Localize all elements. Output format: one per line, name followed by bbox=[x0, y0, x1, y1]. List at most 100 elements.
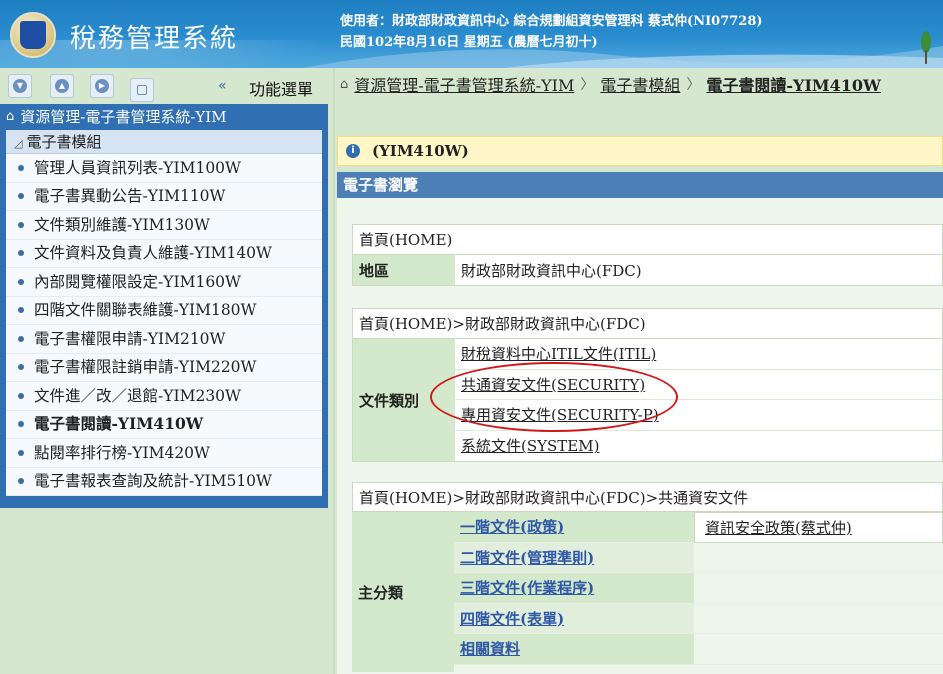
collapse-menu-icon[interactable]: « bbox=[218, 78, 227, 94]
table-row: 主分類 一階文件(政策) 二階文件(管理準則) 三階文件(作業程序) 四階文件(… bbox=[352, 512, 943, 672]
header-banner: 稅務管理系統 使用者：財政部財政資訊中心 綜合規劃組資安管理科 蔡式仲(NI07… bbox=[0, 0, 943, 68]
menu-item-label: 點閱率排行榜-YIM420W bbox=[34, 443, 210, 462]
chevron-right-icon: ▶ bbox=[95, 79, 109, 93]
document-empty bbox=[694, 603, 943, 634]
main-category-link-level4[interactable]: 四階文件(表單) bbox=[460, 608, 564, 629]
bullet-icon bbox=[18, 278, 24, 285]
category-link-system[interactable]: 系統文件(SYSTEM) bbox=[461, 435, 599, 456]
category-item: 專用資安文件(SECURITY-P) bbox=[455, 400, 942, 431]
menu-item[interactable]: 點閱率排行榜-YIM420W bbox=[6, 439, 322, 468]
category-list: 財稅資料中心ITIL文件(ITIL) 共通資安文件(SECURITY) 專用資安… bbox=[455, 339, 942, 461]
info-icon: i bbox=[346, 144, 360, 158]
menu-title: 功能選單 bbox=[249, 80, 314, 99]
menu-item[interactable]: 文件資料及負責人維護-YIM140W bbox=[6, 239, 322, 268]
breadcrumb-separator: 〉 bbox=[686, 77, 701, 93]
module-header[interactable]: ◿ 電子書模組 bbox=[6, 130, 322, 154]
menu-item-label: 電子書報表查詢及統計-YIM510W bbox=[34, 472, 272, 491]
bullet-icon bbox=[18, 364, 24, 371]
menu-toolbar: ▼ ▲ ▶ « 功能選單 bbox=[0, 68, 328, 104]
document-empty bbox=[694, 542, 943, 573]
category-caption: 首頁(HOME)>財政部財政資訊中心(FDC) bbox=[353, 309, 942, 339]
menu-item-label: 四階文件關聯表維護-YIM180W bbox=[34, 301, 257, 320]
menu-item[interactable]: 文件類別維護-YIM130W bbox=[6, 211, 322, 240]
module-label: 電子書模組 bbox=[26, 133, 102, 151]
breadcrumb-current[interactable]: 電子書閱讀-YIM410W bbox=[706, 72, 881, 96]
menu-item-label: 電子書權限申請-YIM210W bbox=[34, 329, 226, 348]
tree-icon bbox=[921, 31, 931, 64]
menu-item-label: 管理人員資訊列表-YIM100W bbox=[34, 158, 241, 177]
main-category-link-related[interactable]: 相關資料 bbox=[460, 638, 520, 659]
bullet-icon bbox=[18, 164, 24, 171]
category-item: 財稅資料中心ITIL文件(ITIL) bbox=[455, 339, 942, 370]
document-empty bbox=[694, 573, 943, 604]
table-row: 文件類別 財稅資料中心ITIL文件(ITIL) 共通資安文件(SECURITY)… bbox=[353, 339, 942, 461]
main-category-item: 四階文件(表單) bbox=[454, 603, 694, 634]
menu-item-label: 內部閱覽權限設定-YIM160W bbox=[34, 272, 241, 291]
menu-item[interactable]: 電子書權限註銷申請-YIM220W bbox=[6, 353, 322, 382]
category-item: 系統文件(SYSTEM) bbox=[455, 430, 942, 461]
menu-item[interactable]: 管理人員資訊列表-YIM100W bbox=[6, 154, 322, 183]
document-link[interactable]: 資訊安全政策(蔡式仲) bbox=[705, 517, 852, 538]
breadcrumb-link-system[interactable]: 資源管理-電子書管理系統-YIM bbox=[354, 72, 574, 96]
main-category-item: 三階文件(作業程序) bbox=[454, 573, 694, 604]
main-category-label: 主分類 bbox=[352, 512, 454, 672]
collapse-triangle-icon: ◿ bbox=[14, 137, 23, 150]
bullet-icon bbox=[18, 193, 24, 200]
menu-item[interactable]: 電子書報表查詢及統計-YIM510W bbox=[6, 467, 322, 496]
bullet-icon bbox=[18, 250, 24, 257]
menu-item-active[interactable]: 電子書閱讀-YIM410W bbox=[6, 410, 322, 439]
next-button[interactable]: ▶ bbox=[90, 74, 114, 98]
bullet-icon bbox=[18, 449, 24, 456]
main-category-list: 一階文件(政策) 二階文件(管理準則) 三階文件(作業程序) 四階文件(表單) … bbox=[454, 512, 694, 672]
category-item: 共通資安文件(SECURITY) bbox=[455, 369, 942, 400]
region-caption: 首頁(HOME) bbox=[353, 225, 942, 255]
system-title: 稅務管理系統 bbox=[70, 24, 239, 54]
region-table: 首頁(HOME) 地區 財政部財政資訊中心(FDC) bbox=[352, 224, 943, 286]
chevron-down-icon: ▼ bbox=[13, 79, 27, 93]
document-empty bbox=[694, 634, 943, 665]
user-info: 使用者：財政部財政資訊中心 綜合規劃組資安管理科 蔡式仲(NI07728) bbox=[340, 14, 763, 29]
main-category-item: 相關資料 bbox=[454, 634, 694, 665]
main-category-caption: 首頁(HOME)>財政部財政資訊中心(FDC)>共通資安文件 bbox=[352, 482, 943, 512]
content-area: 首頁(HOME) 地區 財政部財政資訊中心(FDC) 首頁(HOME)>財政部財… bbox=[337, 198, 943, 674]
collapse-all-button[interactable]: ▲ bbox=[50, 74, 74, 98]
region-label: 地區 bbox=[353, 255, 455, 285]
bullet-icon bbox=[18, 307, 24, 314]
menu-item[interactable]: 電子書權限申請-YIM210W bbox=[6, 325, 322, 354]
category-link-security[interactable]: 共通資安文件(SECURITY) bbox=[461, 374, 645, 395]
breadcrumb-link-module[interactable]: 電子書模組 bbox=[600, 72, 680, 96]
menu-item[interactable]: 內部閱覽權限設定-YIM160W bbox=[6, 268, 322, 297]
bullet-icon bbox=[18, 478, 24, 485]
region-value: 財政部財政資訊中心(FDC) bbox=[455, 255, 942, 285]
main-category-link-level3[interactable]: 三階文件(作業程序) bbox=[460, 577, 594, 598]
category-link-itil[interactable]: 財稅資料中心ITIL文件(ITIL) bbox=[461, 343, 656, 364]
agency-logo bbox=[10, 12, 56, 58]
menu-item-label: 電子書閱讀-YIM410W bbox=[34, 414, 204, 434]
menu-list: 管理人員資訊列表-YIM100W 電子書異動公告-YIM110W 文件類別維護-… bbox=[6, 154, 322, 496]
program-code: (YIM410W) bbox=[372, 142, 469, 160]
table-row: 地區 財政部財政資訊中心(FDC) bbox=[353, 255, 942, 285]
category-label: 文件類別 bbox=[353, 339, 455, 461]
chevron-up-icon: ▲ bbox=[55, 79, 69, 93]
side-menu: ⌂ 資源管理-電子書管理系統-YIM ◿ 電子書模組 管理人員資訊列表-YIM10… bbox=[0, 104, 328, 508]
section-title: 電子書瀏覽 bbox=[337, 172, 943, 198]
menu-item[interactable]: 電子書異動公告-YIM110W bbox=[6, 182, 322, 211]
menu-item[interactable]: 四階文件關聯表維護-YIM180W bbox=[6, 296, 322, 325]
menu-item-label: 文件資料及負責人維護-YIM140W bbox=[34, 244, 272, 263]
expand-all-button[interactable]: ▼ bbox=[8, 74, 32, 98]
menu-root[interactable]: ⌂ 資源管理-電子書管理系統-YIM bbox=[0, 104, 328, 130]
bullet-icon bbox=[18, 221, 24, 228]
menu-module: ◿ 電子書模組 管理人員資訊列表-YIM100W 電子書異動公告-YIM110W … bbox=[6, 130, 322, 496]
document-list: 資訊安全政策(蔡式仲) bbox=[694, 512, 943, 672]
main-category-link-level1[interactable]: 一階文件(政策) bbox=[460, 516, 564, 537]
menu-item[interactable]: 文件進／改／退館-YIM230W bbox=[6, 382, 322, 411]
menu-item-label: 文件進／改／退館-YIM230W bbox=[34, 386, 241, 405]
main-category-table: 首頁(HOME)>財政部財政資訊中心(FDC)>共通資安文件 主分類 一階文件(… bbox=[352, 482, 943, 672]
menu-item-label: 文件類別維護-YIM130W bbox=[34, 215, 210, 234]
window-icon bbox=[137, 85, 147, 95]
main-category-item: 一階文件(政策) bbox=[454, 512, 694, 543]
main-category-item: 二階文件(管理準則) bbox=[454, 542, 694, 573]
window-button[interactable] bbox=[130, 78, 154, 102]
category-link-security-p[interactable]: 專用資安文件(SECURITY-P) bbox=[461, 404, 659, 425]
main-category-link-level2[interactable]: 二階文件(管理準則) bbox=[460, 547, 594, 568]
